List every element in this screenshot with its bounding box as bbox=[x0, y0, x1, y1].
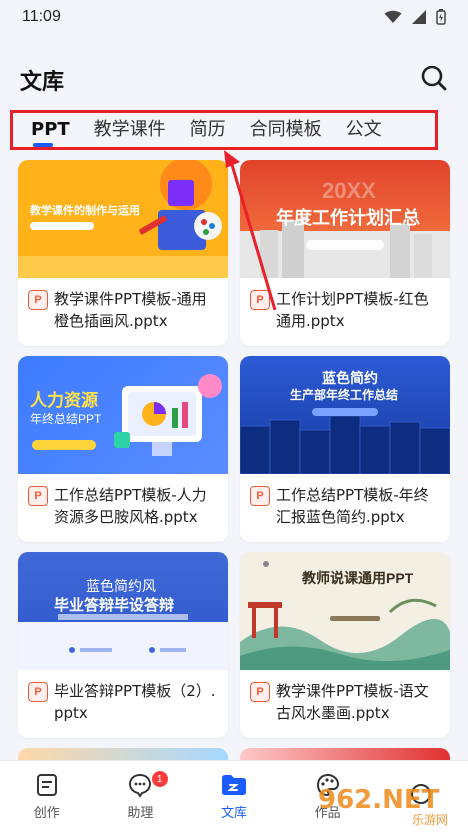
template-title: P 毕业答辩PPT模板（2）.pptx bbox=[18, 670, 228, 732]
tab-teaching-courseware[interactable]: 教学课件 bbox=[82, 113, 178, 147]
template-title-text: 教学课件PPT模板-通用橙色插画风.pptx bbox=[54, 290, 207, 330]
ppt-file-icon: P bbox=[28, 486, 48, 506]
nav-profile[interactable] bbox=[374, 761, 468, 832]
template-title: P 教学课件PPT模板-通用橙色插画风.pptx bbox=[18, 278, 228, 340]
template-card[interactable]: 教学课件的制作与运用 P 教学课件PPT模板-通用橙色插画风.pptx bbox=[18, 160, 228, 346]
nav-works[interactable]: 作品 bbox=[281, 761, 375, 832]
thumbnail-illustration bbox=[18, 160, 228, 278]
ppt-file-icon: P bbox=[250, 682, 270, 702]
template-title-text: 毕业答辩PPT模板（2）.pptx bbox=[54, 682, 216, 722]
status-bar: 11:09 bbox=[0, 0, 468, 34]
template-title: P 工作计划PPT模板-红色通用.pptx bbox=[240, 278, 450, 340]
thumbnail-subheading: 生产部年终工作总结 bbox=[290, 388, 399, 402]
ppt-file-icon: P bbox=[250, 486, 270, 506]
page-title: 文库 bbox=[20, 70, 65, 95]
bottom-navigation: 创作 1 助理 文库 作品 bbox=[0, 760, 468, 832]
chat-icon bbox=[129, 773, 152, 798]
document-icon bbox=[36, 774, 57, 796]
template-card[interactable]: 20XX 年度工作计划汇总 P 工作计划PPT模板-红色通用.pptx bbox=[240, 160, 450, 346]
thumbnail-heading: 教学课件的制作与运用 bbox=[30, 205, 140, 217]
template-thumbnail: 人力资源 年终总结PPT bbox=[18, 356, 228, 474]
nav-label: 助理 bbox=[127, 806, 154, 821]
status-time: 11:09 bbox=[22, 8, 61, 25]
template-thumbnail: 20XX 年度工作计划汇总 bbox=[240, 160, 450, 278]
tab-resume[interactable]: 简历 bbox=[178, 113, 238, 147]
template-thumbnail: 蓝色简约 生产部年终工作总结 bbox=[240, 356, 450, 474]
template-title-text: 工作计划PPT模板-红色通用.pptx bbox=[276, 290, 429, 330]
nav-assistant[interactable]: 1 助理 bbox=[94, 761, 188, 832]
search-icon bbox=[421, 65, 447, 91]
ppt-file-icon: P bbox=[28, 682, 48, 702]
ppt-file-icon: P bbox=[28, 290, 48, 310]
profile-icon bbox=[411, 783, 432, 804]
tab-contract-template[interactable]: 合同模板 bbox=[238, 113, 334, 147]
template-title-text: 教学课件PPT模板-语文古风水墨画.pptx bbox=[276, 682, 429, 722]
nav-label: 作品 bbox=[314, 806, 341, 821]
template-title: P 教学课件PPT模板-语文古风水墨画.pptx bbox=[240, 670, 450, 732]
template-thumbnail: 教学课件的制作与运用 bbox=[18, 160, 228, 278]
category-tabs: PPT 教学课件 简历 合同模板 公文 bbox=[10, 110, 438, 150]
search-button[interactable] bbox=[416, 60, 452, 96]
template-title: P 工作总结PPT模板-人力资源多巴胺风格.pptx bbox=[18, 474, 228, 536]
template-title-text: 工作总结PPT模板-年终汇报蓝色简约.pptx bbox=[276, 486, 429, 526]
template-card[interactable]: 教师说课通用PPT P 教学课件PPT模板-语文古风水墨画.pptx bbox=[240, 552, 450, 738]
wifi-icon bbox=[384, 10, 402, 23]
template-card[interactable]: 蓝色简约 生产部年终工作总结 P 工作总结PPT模板-年终汇报蓝色简约.pptx bbox=[240, 356, 450, 542]
template-title: P 工作总结PPT模板-年终汇报蓝色简约.pptx bbox=[240, 474, 450, 536]
thumbnail-subheading: 年终总结PPT bbox=[30, 412, 102, 426]
nav-label: 文库 bbox=[220, 806, 247, 821]
thumbnail-heading: 年度工作计划汇总 bbox=[276, 208, 420, 228]
folder-icon bbox=[221, 775, 246, 795]
battery-icon bbox=[436, 9, 446, 25]
notification-badge: 1 bbox=[151, 771, 168, 787]
palette-icon bbox=[316, 773, 339, 797]
template-card[interactable]: 人力资源 年终总结PPT P 工作总结PPT模板-人力资源多巴胺风格.pptx bbox=[18, 356, 228, 542]
signal-icon bbox=[412, 10, 426, 24]
template-title-text: 工作总结PPT模板-人力资源多巴胺风格.pptx bbox=[54, 486, 207, 526]
tab-official-document[interactable]: 公文 bbox=[334, 113, 394, 147]
thumbnail-heading: 人力资源 bbox=[30, 391, 98, 410]
nav-library[interactable]: 文库 bbox=[187, 761, 281, 832]
nav-label: 创作 bbox=[33, 806, 60, 821]
ppt-file-icon: P bbox=[250, 290, 270, 310]
thumbnail-heading: 教师说课通用PPT bbox=[302, 570, 414, 586]
system-icons bbox=[384, 9, 446, 25]
thumbnail-heading: 蓝色简约风 bbox=[86, 578, 156, 594]
nav-create[interactable]: 创作 bbox=[0, 761, 94, 832]
template-thumbnail: 教师说课通用PPT bbox=[240, 552, 450, 670]
header: 文库 bbox=[0, 56, 468, 102]
template-thumbnail: 蓝色简约风 毕业答辩毕设答辩 bbox=[18, 552, 228, 670]
thumbnail-year: 20XX bbox=[322, 178, 376, 203]
tab-ppt[interactable]: PPT bbox=[19, 113, 82, 147]
thumbnail-heading: 蓝色简约 bbox=[322, 370, 378, 386]
thumbnail-subheading: 毕业答辩毕设答辩 bbox=[54, 597, 175, 614]
template-card[interactable]: 蓝色简约风 毕业答辩毕设答辩 P 毕业答辩PPT模板（2）.pptx bbox=[18, 552, 228, 738]
